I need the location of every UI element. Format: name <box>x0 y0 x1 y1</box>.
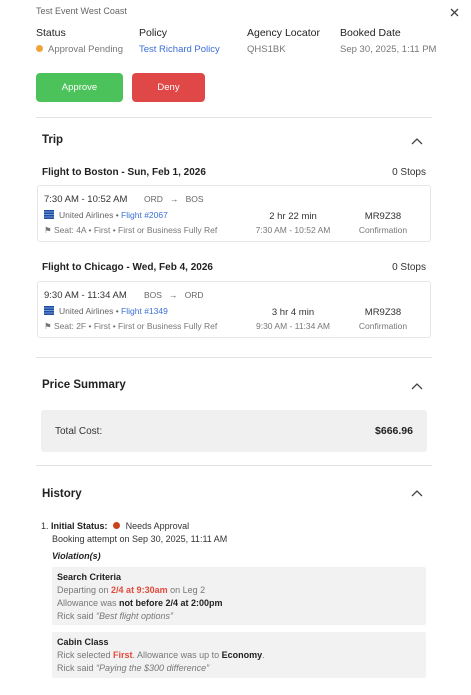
seat-icon: ⚑ <box>44 225 52 235</box>
arrow-right-icon: → <box>165 194 184 204</box>
seat-text: Seat: 2F • First • First or Business Ful… <box>54 321 218 331</box>
chevron-up-icon[interactable] <box>410 381 424 391</box>
total-cost-value: $666.96 <box>375 425 413 437</box>
status-value: Approval Pending <box>36 44 123 55</box>
initial-status-label: Initial Status: <box>51 521 108 531</box>
confirmation-label: Confirmation <box>358 225 408 235</box>
history-item: 1. Initial Status: Needs Approval <box>41 521 189 531</box>
united-airlines-logo-icon <box>44 306 54 315</box>
violations-label: Violation(s) <box>52 551 101 561</box>
event-name: Test Event West Coast <box>36 6 127 16</box>
policy-link[interactable]: Test Richard Policy <box>139 44 220 55</box>
pending-dot-icon <box>36 45 43 52</box>
divider <box>36 117 432 118</box>
divider <box>36 357 432 358</box>
divider <box>36 465 432 466</box>
flight-card[interactable]: 9:30 AM - 11:34 AM BOS → ORD United Airl… <box>37 281 431 338</box>
confirmation-code: MR9Z38 <box>364 211 402 222</box>
trip-title: Trip <box>42 134 64 146</box>
initial-status-value: Needs Approval <box>125 521 190 531</box>
violation-box: Cabin Class Rick selected First. Allowan… <box>52 632 426 678</box>
booked-label: Booked Date <box>340 27 401 39</box>
flight-span: 7:30 AM - 10:52 AM <box>255 225 331 235</box>
stops-count: 0 Stops <box>392 262 426 273</box>
status-text: Approval Pending <box>48 44 123 55</box>
seat-icon: ⚑ <box>44 321 52 331</box>
flight-span: 9:30 AM - 11:34 AM <box>255 321 331 331</box>
history-title: History <box>42 488 82 500</box>
chevron-up-icon[interactable] <box>410 136 424 146</box>
flight-title: Flight to Boston - Sun, Feb 1, 2026 <box>42 167 206 178</box>
approve-button[interactable]: Approve <box>36 73 123 102</box>
price-box: Total Cost: $666.96 <box>41 410 427 452</box>
seat-info: ⚑ Seat: 2F • First • First or Business Fu… <box>44 321 217 332</box>
violation-line: Rick said “Best flight options” <box>57 611 174 621</box>
violation-box: Search Criteria Departing on 2/4 at 9:30… <box>52 567 426 625</box>
airline-name: United Airlines <box>59 306 114 316</box>
deny-button[interactable]: Deny <box>132 73 205 102</box>
item-number: 1. <box>41 521 49 531</box>
origin-code: ORD <box>144 194 163 204</box>
confirmation-label: Confirmation <box>358 321 408 331</box>
origin-code: BOS <box>144 290 162 300</box>
seat-info: ⚑ Seat: 4A • First • First or Business Fu… <box>44 225 217 236</box>
violation-title: Cabin Class <box>57 637 109 647</box>
policy-label: Policy <box>139 27 168 39</box>
flight-number-link[interactable]: Flight #1349 <box>121 306 168 316</box>
needs-approval-dot-icon <box>113 522 121 529</box>
confirmation-code: MR9Z38 <box>364 307 402 318</box>
flight-title: Flight to Chicago - Wed, Feb 4, 2026 <box>42 262 213 273</box>
destination-code: ORD <box>184 290 204 300</box>
airline-info: United Airlines • Flight #1349 <box>44 306 168 316</box>
violation-title: Search Criteria <box>57 572 122 582</box>
locator-value: QHS1BK <box>247 44 286 55</box>
stops-count: 0 Stops <box>392 167 426 178</box>
total-cost-label: Total Cost: <box>55 426 103 437</box>
airline-info: United Airlines • Flight #2067 <box>44 210 168 220</box>
flight-times: 9:30 AM - 11:34 AM <box>44 290 127 301</box>
flight-route: ORD → BOS <box>144 194 204 204</box>
seat-text: Seat: 4A • First • First or Business Ful… <box>54 225 218 235</box>
flight-duration: 3 hr 4 min <box>271 307 315 318</box>
violation-line: Rick selected First. Allowance was up to… <box>57 650 265 660</box>
price-summary-title: Price Summary <box>42 379 126 391</box>
violation-line: Allowance was not before 2/4 at 2:00pm <box>57 598 223 608</box>
booking-attempt: Booking attempt on Sep 30, 2025, 11:11 A… <box>52 534 228 544</box>
flight-number-link[interactable]: Flight #2067 <box>121 210 168 220</box>
flight-route: BOS → ORD <box>144 290 204 300</box>
united-airlines-logo-icon <box>44 210 54 219</box>
booked-value: Sep 30, 2025, 1:11 PM <box>340 44 437 55</box>
arrow-right-icon: → <box>164 290 183 300</box>
violation-line: Departing on 2/4 at 9:30am on Leg 2 <box>57 585 206 595</box>
flight-card[interactable]: 7:30 AM - 10:52 AM ORD → BOS United Airl… <box>37 185 431 242</box>
close-icon[interactable] <box>447 5 461 19</box>
destination-code: BOS <box>185 194 204 204</box>
locator-label: Agency Locator <box>247 27 320 39</box>
violation-line: Rick said “Paying the $300 difference” <box>57 663 210 673</box>
airline-name: United Airlines <box>59 210 114 220</box>
status-label: Status <box>36 27 66 39</box>
flight-duration: 2 hr 22 min <box>269 211 317 222</box>
chevron-up-icon[interactable] <box>410 488 424 498</box>
flight-times: 7:30 AM - 10:52 AM <box>44 194 128 205</box>
